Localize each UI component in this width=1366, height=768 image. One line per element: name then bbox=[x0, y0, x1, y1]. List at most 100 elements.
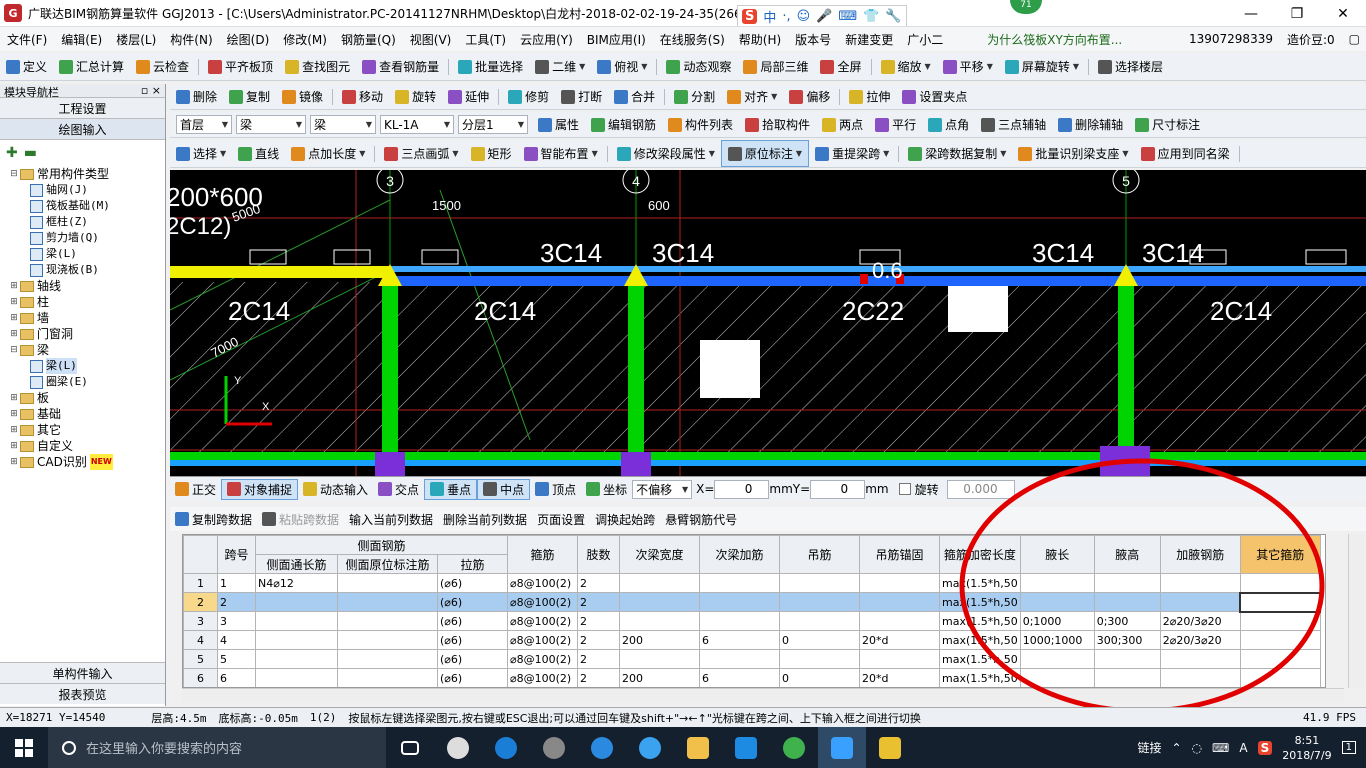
toolbar-button[interactable]: 三点辅轴 bbox=[975, 112, 1052, 137]
toolbar-button[interactable]: 属性 bbox=[532, 112, 585, 137]
column-header[interactable]: 加腋钢筋 bbox=[1159, 535, 1241, 574]
toolbar-button[interactable]: 重提梁跨 ▼ bbox=[809, 140, 895, 167]
grid-cell[interactable] bbox=[1093, 592, 1161, 612]
action-center-icon[interactable]: 1 bbox=[1341, 741, 1356, 754]
grid-cell[interactable]: 0 bbox=[779, 630, 860, 650]
tray-link-label[interactable]: 链接 bbox=[1137, 739, 1161, 756]
grid-cell[interactable]: max(1.5*h,50 bbox=[939, 668, 1021, 687]
toolbar-button[interactable]: 原位标注 ▼ bbox=[720, 140, 810, 167]
toolbar-button[interactable]: 平齐板顶 bbox=[202, 53, 279, 80]
menu-item[interactable]: 广小二 bbox=[900, 31, 950, 48]
tray-network-icon[interactable]: ◌ bbox=[1192, 741, 1202, 755]
grid-cell[interactable] bbox=[859, 573, 940, 593]
toolbar-button[interactable]: 延伸 bbox=[442, 84, 495, 109]
grid-vertical-scrollbar[interactable] bbox=[1348, 534, 1364, 688]
y_value-input[interactable]: 0 bbox=[810, 479, 866, 499]
tree-folder[interactable]: ⊞ 板 bbox=[0, 390, 165, 406]
grid-cell[interactable]: 1000;1000 bbox=[1019, 630, 1095, 650]
grid-cell[interactable]: max(1.5*h,50 bbox=[939, 592, 1021, 612]
column-header[interactable]: 其它箍筋 bbox=[1239, 535, 1321, 574]
tray-sogou-icon[interactable]: S bbox=[1257, 740, 1273, 755]
tree-folder[interactable]: ⊞ 自定义 bbox=[0, 438, 165, 454]
table-row[interactable]: 6 6 (⌀6) ⌀8@100(2) 2 200 6 0 20*d max(1.5*h,50 bbox=[183, 668, 1321, 687]
column-header[interactable]: 肢数 bbox=[577, 535, 620, 574]
span-data-grid[interactable]: 跨号 侧面钢筋 箍筋 肢数 次梁宽度 次梁加筋 吊筋 吊筋锚固 箍筋加密长度 腋长 腋高 加腋钢筋 其它… bbox=[182, 534, 1326, 688]
grid-tool-button[interactable]: 调换起始跨 bbox=[590, 511, 660, 528]
grid-cell[interactable]: ⌀8@100(2) bbox=[507, 592, 578, 612]
snap-toggle[interactable]: 顶点 bbox=[530, 479, 581, 500]
column-header[interactable]: 侧面原位标注筋 bbox=[337, 554, 438, 574]
table-row[interactable]: 2 2 (⌀6) ⌀8@100(2) 2 max(1.5*h,50 bbox=[183, 591, 1322, 613]
glodon-icon[interactable] bbox=[722, 727, 770, 768]
column-header[interactable]: 腋高 bbox=[1093, 535, 1161, 574]
grid-cell[interactable] bbox=[779, 649, 860, 669]
grid-cell[interactable] bbox=[1019, 573, 1095, 593]
grid-cell[interactable]: (⌀6) bbox=[437, 573, 508, 593]
menu-item[interactable]: 新建变更 bbox=[838, 31, 900, 48]
column-header[interactable]: 箍筋加密长度 bbox=[939, 535, 1021, 574]
taskbar-search[interactable]: 在这里输入你要搜索的内容 bbox=[48, 727, 386, 768]
grid-cell[interactable]: ⌀8@100(2) bbox=[507, 649, 578, 669]
column-axis-4[interactable] bbox=[628, 282, 644, 462]
edge-icon[interactable] bbox=[578, 727, 626, 768]
toolbar-button[interactable]: 梁跨数据复制 ▼ bbox=[902, 140, 1012, 167]
toolbar-button[interactable]: 复制 bbox=[223, 84, 276, 109]
ime-tools-icon[interactable]: 🔧 bbox=[885, 9, 901, 24]
grid-cell[interactable]: max(1.5*h,50 bbox=[939, 649, 1021, 669]
grid-cell[interactable] bbox=[1093, 668, 1161, 687]
tree-item[interactable]: 梁(L) bbox=[0, 246, 165, 262]
minimize-button[interactable]: — bbox=[1228, 0, 1274, 26]
grid-cell[interactable]: 4 bbox=[217, 630, 256, 650]
grid-cell[interactable]: 20*d bbox=[859, 630, 940, 650]
menu-item[interactable]: 修改(M) bbox=[276, 31, 334, 48]
toolbar-button[interactable]: 选择楼层 bbox=[1092, 53, 1169, 80]
column-header[interactable]: 腋长 bbox=[1019, 535, 1095, 574]
grid-cell[interactable] bbox=[619, 611, 700, 631]
grid-cell[interactable]: 0;1000 bbox=[1019, 611, 1095, 631]
tree-toggle-icon[interactable]: ⊞ bbox=[8, 278, 20, 294]
tree-toggle-icon[interactable]: ⊞ bbox=[8, 390, 20, 406]
x_value-input[interactable]: 0 bbox=[714, 479, 770, 499]
grid-cell[interactable] bbox=[699, 649, 780, 669]
column-header[interactable]: 次梁宽度 bbox=[619, 535, 700, 574]
restore-button[interactable]: ❐ bbox=[1274, 0, 1320, 26]
grid-cell[interactable]: 2⌀20/3⌀20 bbox=[1159, 630, 1241, 650]
grid-cell[interactable] bbox=[255, 592, 338, 612]
grid-cell[interactable]: 2 bbox=[577, 668, 620, 687]
grid-cell[interactable]: max(1.5*h,50 bbox=[939, 611, 1021, 631]
grid-cell[interactable] bbox=[1159, 668, 1241, 687]
grid-cell[interactable]: (⌀6) bbox=[437, 630, 508, 650]
grid-tool-button[interactable]: 删除当前列数据 bbox=[438, 511, 532, 528]
menu-item[interactable]: 构件(N) bbox=[163, 31, 219, 48]
ie-icon[interactable] bbox=[482, 727, 530, 768]
toolbar-button[interactable]: 查找图元 bbox=[279, 53, 356, 80]
grid-cell[interactable]: 2 bbox=[577, 573, 620, 593]
snap-toggle[interactable]: 坐标 bbox=[581, 479, 632, 500]
grid-cell[interactable] bbox=[337, 630, 438, 650]
start-button[interactable] bbox=[0, 727, 48, 768]
toolbar-button[interactable]: 屏幕旋转 ▼ bbox=[999, 53, 1085, 80]
column-header[interactable]: 箍筋 bbox=[507, 535, 578, 574]
grid-cell[interactable]: 2 bbox=[577, 649, 620, 669]
grid-cell[interactable]: 2 bbox=[577, 592, 620, 612]
tray-keyboard-icon[interactable]: ⌨ bbox=[1212, 741, 1229, 755]
toolbar-button[interactable]: 删除辅轴 bbox=[1052, 112, 1129, 137]
grid-cell[interactable]: (⌀6) bbox=[437, 592, 508, 612]
grid-cell[interactable]: ⌀8@100(2) bbox=[507, 668, 578, 687]
grid-cell[interactable]: 0 bbox=[779, 668, 860, 687]
toolbar-button[interactable]: 打断 bbox=[555, 84, 608, 109]
toolbar-button[interactable]: 动态观察 bbox=[660, 53, 737, 80]
toolbar-button[interactable]: 修改梁段属性 ▼ bbox=[611, 140, 721, 167]
nav-engineering-settings[interactable]: 工程设置 bbox=[0, 98, 165, 119]
tree-item[interactable]: 剪力墙(Q) bbox=[0, 230, 165, 246]
grid-cell[interactable] bbox=[1019, 668, 1095, 687]
ime-punct-icon[interactable]: ·, bbox=[782, 9, 790, 24]
ggj-app-icon[interactable] bbox=[818, 727, 866, 768]
table-row[interactable]: 3 3 (⌀6) ⌀8@100(2) 2 max(1.5*h,50 0;1000 0;300 2… bbox=[183, 611, 1321, 631]
grid-cell[interactable]: 1 bbox=[217, 573, 256, 593]
grid-cell[interactable]: (⌀6) bbox=[437, 668, 508, 687]
single-component-input-button[interactable]: 单构件输入 bbox=[0, 662, 165, 683]
grid-cell[interactable] bbox=[699, 592, 780, 612]
toolbar-button[interactable]: 偏移 bbox=[783, 84, 836, 109]
tray-lang-label[interactable]: A bbox=[1239, 741, 1247, 755]
